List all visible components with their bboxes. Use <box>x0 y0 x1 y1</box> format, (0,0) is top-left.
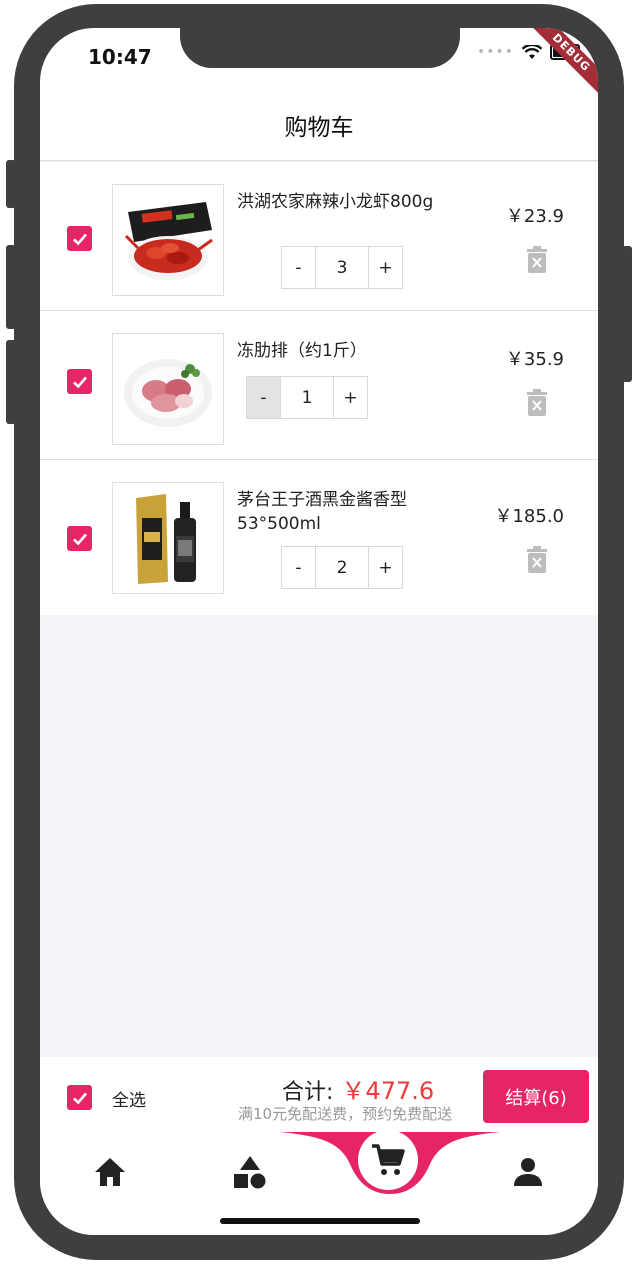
select-all-checkbox[interactable] <box>67 1085 92 1110</box>
nav-home[interactable] <box>90 1152 130 1192</box>
wifi-icon <box>522 44 542 59</box>
decrease-button[interactable]: - <box>282 547 315 588</box>
home-icon <box>95 1158 125 1186</box>
item-price: ￥23.9 <box>505 206 564 227</box>
increase-button[interactable]: + <box>369 547 402 588</box>
delete-icon[interactable] <box>526 389 548 417</box>
product-image-crayfish[interactable] <box>112 184 224 296</box>
nav-profile[interactable] <box>508 1152 548 1192</box>
cart-list: 洪湖农家麻辣小龙虾800g - 3 + ￥23.9 冻肋排（约1斤） - 1 +… <box>40 162 598 616</box>
profile-icon <box>514 1158 542 1186</box>
cart-item: 冻肋排（约1斤） - 1 + ￥35.9 <box>40 311 598 460</box>
item-checkbox[interactable] <box>67 526 92 551</box>
delete-icon[interactable] <box>526 546 548 574</box>
app-screen: 10:47 •••• DEBUG 购物车 洪湖农家麻辣小龙虾800g - 3 +… <box>40 28 598 1235</box>
product-image-maotai[interactable] <box>112 482 224 594</box>
nav-category[interactable] <box>230 1152 270 1192</box>
empty-area <box>40 615 598 1057</box>
page-title: 购物车 <box>284 115 354 141</box>
increase-button[interactable]: + <box>334 377 367 418</box>
increase-button[interactable]: + <box>369 247 402 288</box>
crayfish-image <box>124 202 213 280</box>
decrease-button[interactable]: - <box>282 247 315 288</box>
checkout-button[interactable]: 结算(6) <box>483 1070 589 1123</box>
quantity-stepper: - 2 + <box>281 546 403 589</box>
check-icon <box>72 1092 87 1104</box>
check-icon <box>72 533 87 545</box>
signal-icon: •••• <box>476 44 514 60</box>
total-value: ￥477.6 <box>341 1077 435 1105</box>
product-name: 茅台王子酒黑金酱香型53°500ml <box>237 490 407 534</box>
quantity-value[interactable]: 3 <box>315 247 369 288</box>
product-name: 冻肋排（约1斤） <box>237 341 367 361</box>
quantity-stepper: - 3 + <box>281 246 403 289</box>
status-time: 10:47 <box>88 45 152 69</box>
notch <box>180 28 460 68</box>
item-price: ￥35.9 <box>505 349 564 370</box>
product-image-ribs[interactable] <box>112 333 224 445</box>
total-summary: 合计: ￥477.6 <box>282 1071 434 1106</box>
quantity-stepper: - 1 + <box>246 376 368 419</box>
category-icon <box>234 1156 266 1189</box>
total-label: 合计: <box>282 1080 334 1105</box>
cart-item: 洪湖农家麻辣小龙虾800g - 3 + ￥23.9 <box>40 162 598 311</box>
item-checkbox[interactable] <box>67 226 92 251</box>
decrease-button[interactable]: - <box>247 377 280 418</box>
checkout-bar: 全选 合计: ￥477.6 满10元免配送费，预约免费配送 结算(6) <box>40 1057 598 1132</box>
quantity-value[interactable]: 2 <box>315 547 369 588</box>
home-indicator <box>220 1218 420 1224</box>
ribs-image <box>124 359 212 427</box>
select-all-label[interactable]: 全选 <box>112 1086 146 1111</box>
product-name: 洪湖农家麻辣小龙虾800g <box>237 192 434 212</box>
item-price: ￥185.0 <box>494 506 564 527</box>
delivery-note: 满10元免配送费，预约免费配送 <box>238 1105 453 1123</box>
liquor-bottle-image <box>136 494 196 584</box>
cart-icon <box>372 1144 405 1175</box>
delete-icon[interactable] <box>526 246 548 274</box>
nav-cart[interactable] <box>358 1130 418 1190</box>
quantity-value[interactable]: 1 <box>280 377 334 418</box>
check-icon <box>72 376 87 388</box>
item-checkbox[interactable] <box>67 369 92 394</box>
check-icon <box>72 233 87 245</box>
cart-item: 茅台王子酒黑金酱香型53°500ml - 2 + ￥185.0 <box>40 460 598 616</box>
